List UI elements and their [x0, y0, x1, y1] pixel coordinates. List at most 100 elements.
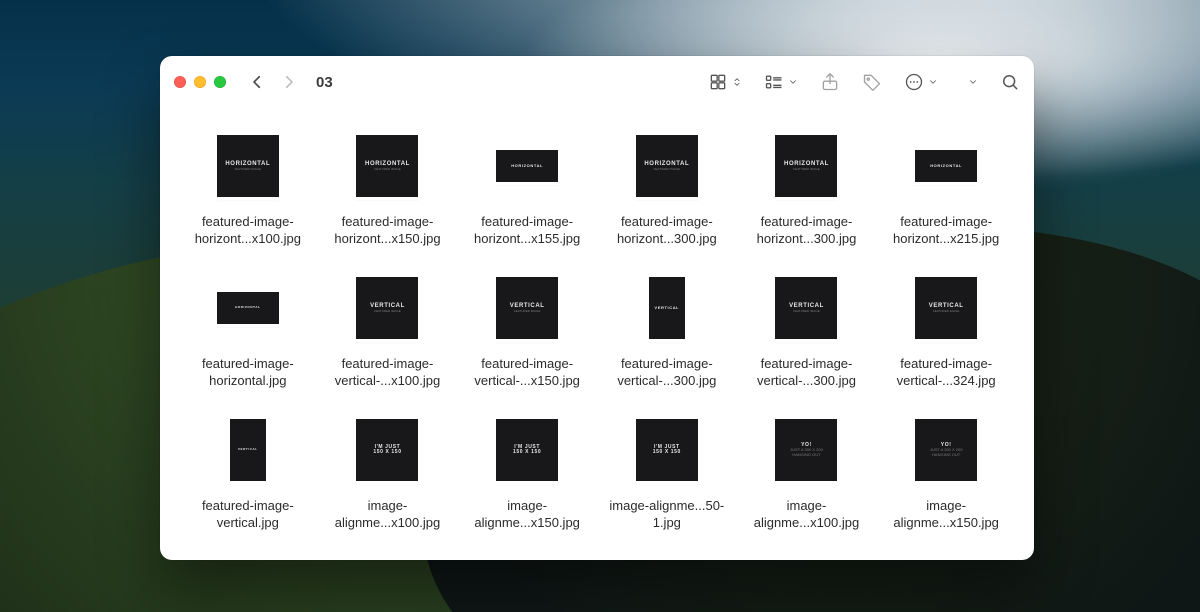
file-item[interactable]: I'M JUST 150 X 150 image-alignme...x100.j…	[320, 410, 456, 552]
thumbnail-main-text: HORIZONTAL	[235, 306, 260, 309]
file-name: featured-image-horizontal.jpg	[182, 356, 314, 390]
thumbnail-sub-text: FEATURED IMAGE	[793, 310, 819, 313]
file-name: featured-image-vertical.jpg	[182, 498, 314, 532]
desktop-wallpaper: 03	[0, 0, 1200, 612]
file-item[interactable]: HORIZONTALFEATURED IMAGE featured-image-h…	[180, 126, 316, 268]
file-thumbnail: VERTICAL	[648, 276, 686, 340]
file-name: featured-image-vertical-...x150.jpg	[461, 356, 593, 390]
thumbnail-sub-text: JUST A 300 X 200 HANGING OUT	[790, 448, 823, 456]
overflow-button[interactable]	[968, 77, 978, 87]
file-item[interactable]: HORIZONTALFEATURED IMAGE featured-image-h…	[739, 126, 875, 268]
file-thumbnail: VERTICALFEATURED IMAGE	[774, 276, 838, 340]
file-thumbnail: HORIZONTALFEATURED IMAGE	[216, 134, 280, 198]
file-thumbnail: HORIZONTALFEATURED IMAGE	[774, 134, 838, 198]
window-title: 03	[316, 74, 333, 91]
file-item[interactable]: VERTICAL featured-image-vertical-...300.j…	[599, 268, 735, 410]
file-name: featured-image-vertical-...300.jpg	[740, 356, 872, 390]
file-thumbnail: VERTICALFEATURED IMAGE	[495, 276, 559, 340]
file-thumbnail: HORIZONTAL	[216, 291, 280, 325]
file-item[interactable]: VERTICALFEATURED IMAGE featured-image-ver…	[459, 268, 595, 410]
chevron-down-icon	[928, 77, 938, 87]
thumbnail-main-text: I'M JUST 150 X 150	[653, 445, 681, 456]
tag-icon	[862, 72, 882, 92]
file-name: image-alignme...x100.jpg	[321, 498, 453, 532]
file-item[interactable]: YO!JUST A 300 X 200 HANGING OUT image-ali…	[739, 410, 875, 552]
thumbnail-main-text: HORIZONTAL	[511, 164, 543, 168]
thumbnail-sub-text: FEATURED IMAGE	[933, 310, 959, 313]
file-name: featured-image-horizont...x100.jpg	[182, 214, 314, 248]
thumbnail-main-text: HORIZONTAL	[930, 164, 962, 168]
file-thumbnail: VERTICALFEATURED IMAGE	[355, 276, 419, 340]
file-item[interactable]: VERTICALFEATURED IMAGE featured-image-ver…	[320, 268, 456, 410]
file-item[interactable]: VERTICALFEATURED IMAGE featured-image-ver…	[878, 268, 1014, 410]
file-item[interactable]: HORIZONTAL featured-image-horizontal.jpg	[180, 268, 316, 410]
file-thumbnail: I'M JUST 150 X 150	[635, 418, 699, 482]
file-item[interactable]: YO!JUST A 300 X 200 HANGING OUT image-ali…	[878, 410, 1014, 552]
file-item[interactable]: HORIZONTALFEATURED IMAGE featured-image-h…	[320, 126, 456, 268]
forward-button[interactable]	[280, 73, 298, 91]
file-name: featured-image-vertical-...324.jpg	[880, 356, 1012, 390]
search-icon	[1000, 72, 1020, 92]
toolbar-right-group	[708, 72, 1020, 92]
more-actions-button[interactable]	[904, 72, 938, 92]
file-name: featured-image-horizont...x215.jpg	[880, 214, 1012, 248]
file-thumbnail: HORIZONTAL	[495, 149, 559, 183]
file-name: featured-image-horizont...x150.jpg	[321, 214, 453, 248]
share-icon	[820, 72, 840, 92]
file-grid: HORIZONTALFEATURED IMAGEfeatured-image-h…	[180, 126, 1014, 552]
file-thumbnail: YO!JUST A 300 X 200 HANGING OUT	[774, 418, 838, 482]
file-thumbnail: HORIZONTALFEATURED IMAGE	[355, 134, 419, 198]
grid-icon	[708, 72, 728, 92]
back-button[interactable]	[248, 73, 266, 91]
finder-window: 03	[160, 56, 1034, 560]
file-thumbnail: VERTICAL	[229, 418, 267, 482]
file-name: image-alignme...x150.jpg	[880, 498, 1012, 532]
share-button[interactable]	[820, 72, 840, 92]
file-thumbnail: HORIZONTAL	[914, 149, 978, 183]
file-name: image-alignme...x100.jpg	[740, 498, 872, 532]
thumbnail-sub-text: FEATURED IMAGE	[514, 310, 540, 313]
file-name: image-alignme...x150.jpg	[461, 498, 593, 532]
file-item[interactable]: HORIZONTALFEATURED IMAGE featured-image-h…	[599, 126, 735, 268]
updown-icon	[732, 77, 742, 87]
file-name: featured-image-vertical-...x100.jpg	[321, 356, 453, 390]
thumbnail-main-text: VERTICAL	[654, 306, 679, 310]
file-item[interactable]: HORIZONTAL featured-image-horizont...x155…	[459, 126, 595, 268]
close-button[interactable]	[174, 76, 186, 88]
file-thumbnail: YO!JUST A 300 X 200 HANGING OUT	[914, 418, 978, 482]
ellipsis-circle-icon	[904, 72, 924, 92]
file-item[interactable]: VERTICALFEATURED IMAGE featured-image-ver…	[739, 268, 875, 410]
file-item[interactable]: HORIZONTAL featured-image-horizont...x215…	[878, 126, 1014, 268]
thumbnail-main-text: VERTICAL	[238, 448, 258, 451]
search-button[interactable]	[1000, 72, 1020, 92]
group-by-button[interactable]	[764, 72, 798, 92]
thumbnail-sub-text: FEATURED IMAGE	[374, 168, 400, 171]
minimize-button[interactable]	[194, 76, 206, 88]
file-name: featured-image-horizont...x155.jpg	[461, 214, 593, 248]
group-icon	[764, 72, 784, 92]
zoom-button[interactable]	[214, 76, 226, 88]
tags-button[interactable]	[862, 72, 882, 92]
file-thumbnail: I'M JUST 150 X 150	[355, 418, 419, 482]
chevron-down-icon	[788, 77, 798, 87]
thumbnail-sub-text: FEATURED IMAGE	[654, 168, 680, 171]
thumbnail-main-text: I'M JUST 150 X 150	[513, 445, 541, 456]
thumbnail-sub-text: FEATURED IMAGE	[235, 168, 261, 171]
thumbnail-sub-text: FEATURED IMAGE	[793, 168, 819, 171]
window-controls	[174, 76, 226, 88]
file-name: featured-image-vertical-...300.jpg	[601, 356, 733, 390]
chevron-down-icon	[968, 77, 978, 87]
file-thumbnail: VERTICALFEATURED IMAGE	[914, 276, 978, 340]
file-item[interactable]: VERTICAL featured-image-vertical.jpg	[180, 410, 316, 552]
file-thumbnail: HORIZONTALFEATURED IMAGE	[635, 134, 699, 198]
file-thumbnail: I'M JUST 150 X 150	[495, 418, 559, 482]
file-item[interactable]: I'M JUST 150 X 150 image-alignme...50-1.j…	[599, 410, 735, 552]
thumbnail-main-text: I'M JUST 150 X 150	[373, 445, 401, 456]
file-item[interactable]: I'M JUST 150 X 150 image-alignme...x150.j…	[459, 410, 595, 552]
thumbnail-sub-text: JUST A 300 X 200 HANGING OUT	[930, 448, 963, 456]
file-name: featured-image-horizont...300.jpg	[740, 214, 872, 248]
nav-arrows	[248, 73, 298, 91]
file-name: featured-image-horizont...300.jpg	[601, 214, 733, 248]
view-icons-button[interactable]	[708, 72, 742, 92]
file-name: image-alignme...50-1.jpg	[601, 498, 733, 532]
